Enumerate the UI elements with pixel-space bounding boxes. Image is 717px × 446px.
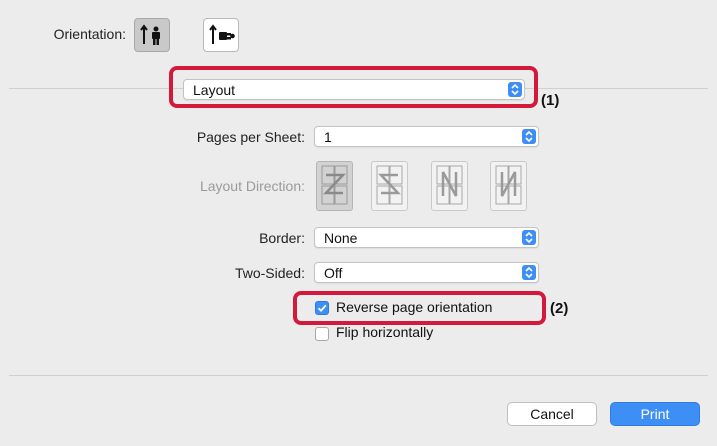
pages-per-sheet-label: Pages per Sheet: bbox=[196, 129, 305, 145]
pages-per-sheet-popup[interactable]: 1 bbox=[314, 126, 539, 147]
print-button[interactable]: Print bbox=[610, 402, 700, 426]
border-stepper-icon bbox=[522, 230, 536, 245]
orientation-portrait-button[interactable] bbox=[134, 18, 170, 52]
portrait-person-icon bbox=[140, 24, 160, 45]
layout-direction-reverse-z-button bbox=[371, 161, 408, 211]
orientation-landscape-button[interactable] bbox=[203, 18, 239, 52]
layout-direction-label: Layout Direction: bbox=[199, 178, 305, 194]
border-value: None bbox=[324, 230, 358, 246]
callout-2-highlight bbox=[293, 291, 546, 325]
layout-z-icon bbox=[321, 165, 348, 205]
layout-n-icon bbox=[495, 165, 522, 205]
layout-direction-n-button bbox=[490, 161, 527, 211]
pages-per-sheet-stepper-icon bbox=[522, 129, 536, 144]
landscape-person-icon bbox=[209, 24, 235, 44]
border-label: Border: bbox=[259, 230, 305, 246]
section-divider-bottom bbox=[9, 375, 708, 376]
callout-1-highlight bbox=[169, 66, 538, 108]
border-popup[interactable]: None bbox=[314, 227, 539, 248]
layout-direction-reverse-n-button bbox=[431, 161, 468, 211]
layout-reverse-n-icon bbox=[436, 165, 463, 205]
two-sided-stepper-icon bbox=[522, 265, 536, 280]
two-sided-label: Two-Sided: bbox=[234, 265, 305, 281]
two-sided-value: Off bbox=[324, 265, 343, 281]
callout-1-label: (1) bbox=[541, 92, 560, 109]
cancel-button[interactable]: Cancel bbox=[507, 402, 597, 426]
callout-2-label: (2) bbox=[550, 300, 569, 317]
pages-per-sheet-value: 1 bbox=[324, 129, 332, 145]
layout-reverse-z-icon bbox=[376, 165, 403, 205]
layout-direction-z-button bbox=[316, 161, 353, 211]
flip-horizontally-label[interactable]: Flip horizontally bbox=[336, 324, 433, 340]
two-sided-popup[interactable]: Off bbox=[314, 262, 539, 283]
flip-horizontally-checkbox[interactable] bbox=[315, 327, 329, 341]
orientation-label: Orientation: bbox=[53, 26, 126, 42]
